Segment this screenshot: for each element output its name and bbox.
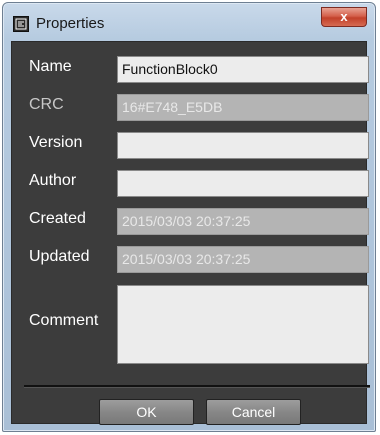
- close-button[interactable]: x: [321, 7, 367, 27]
- properties-dialog: Properties x Name FunctionBlock0 CRC 16#…: [2, 2, 376, 432]
- name-label: Name: [29, 58, 72, 75]
- properties-panel: Name FunctionBlock0 CRC 16#E748_E5DB Ver…: [11, 41, 370, 425]
- comment-label: Comment: [29, 312, 99, 329]
- updated-label: Updated: [29, 248, 90, 265]
- title-bar[interactable]: Properties x: [3, 3, 375, 41]
- window-title: Properties: [36, 15, 105, 32]
- properties-window-icon: [13, 16, 29, 32]
- name-field[interactable]: FunctionBlock0: [117, 56, 369, 83]
- crc-field: 16#E748_E5DB: [117, 94, 369, 121]
- button-separator: [24, 385, 370, 388]
- ok-button[interactable]: OK: [99, 399, 194, 425]
- version-label: Version: [29, 134, 83, 151]
- created-field: 2015/03/03 20:37:25: [117, 208, 369, 235]
- version-field[interactable]: [117, 132, 369, 159]
- cancel-button[interactable]: Cancel: [206, 399, 301, 425]
- author-field[interactable]: [117, 170, 369, 197]
- created-label: Created: [29, 210, 86, 227]
- updated-field: 2015/03/03 20:37:25: [117, 246, 369, 273]
- author-label: Author: [29, 172, 77, 189]
- close-icon: x: [340, 9, 348, 24]
- comment-field[interactable]: [117, 285, 369, 364]
- crc-label: CRC: [29, 96, 64, 113]
